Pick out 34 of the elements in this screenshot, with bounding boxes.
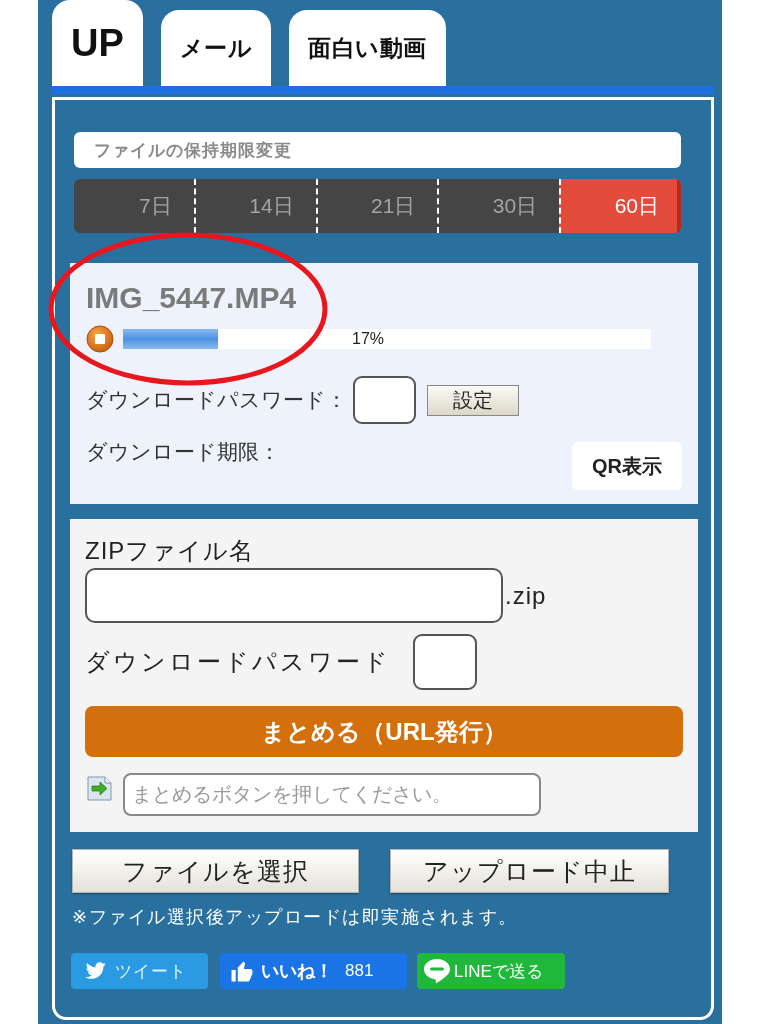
like-count: 881 (345, 961, 374, 981)
expiry-label: ダウンロード期限： (86, 440, 280, 464)
zip-name-label: ZIPファイル名 (85, 536, 256, 566)
combine-button[interactable]: まとめる（URL発行） (85, 706, 683, 757)
password-field[interactable] (413, 634, 477, 690)
period-option[interactable]: 14日 (193, 179, 316, 233)
zip-name-field[interactable] (85, 568, 503, 623)
upload-note: ※ファイル選択後アップロードは即実施されます。 (72, 906, 519, 929)
password-label: ダウンロードパスワード (85, 647, 391, 677)
url-result-field[interactable]: まとめるボタンを押してください。 (123, 773, 541, 816)
stop-icon[interactable] (86, 325, 114, 353)
tweet-button[interactable]: ツイート (71, 953, 208, 989)
choose-file-button[interactable]: ファイルを選択 (72, 849, 359, 893)
tab[interactable]: UP (52, 0, 143, 86)
document-arrow-icon (87, 776, 112, 801)
cancel-upload-button[interactable]: アップロード中止 (390, 849, 669, 893)
thumbs-up-icon (231, 960, 253, 982)
file-name: IMG_5447.MP4 (86, 281, 298, 315)
retention-header: ファイルの保持期限変更 (74, 132, 681, 168)
set-button[interactable]: 設定 (427, 384, 519, 416)
period-option[interactable]: 7日 (74, 179, 194, 233)
password-label: ダウンロードパスワード： (86, 387, 347, 413)
tab[interactable]: 面白い動画 (289, 10, 446, 86)
speech-bubble-icon (423, 958, 451, 984)
period-option[interactable]: 21日 (315, 179, 438, 233)
like-button[interactable]: いいね！ 881 (220, 953, 407, 989)
send-button[interactable]: LINEで送る (417, 953, 565, 989)
tab[interactable]: メール (160, 10, 272, 86)
qr-button[interactable]: QR表示 (572, 442, 682, 490)
period-option[interactable]: 60日 (559, 179, 681, 233)
progress-percent: 17% (352, 330, 384, 348)
bird-icon (85, 962, 107, 980)
zip-extension: .zip (505, 581, 547, 610)
password-field[interactable] (353, 376, 416, 424)
